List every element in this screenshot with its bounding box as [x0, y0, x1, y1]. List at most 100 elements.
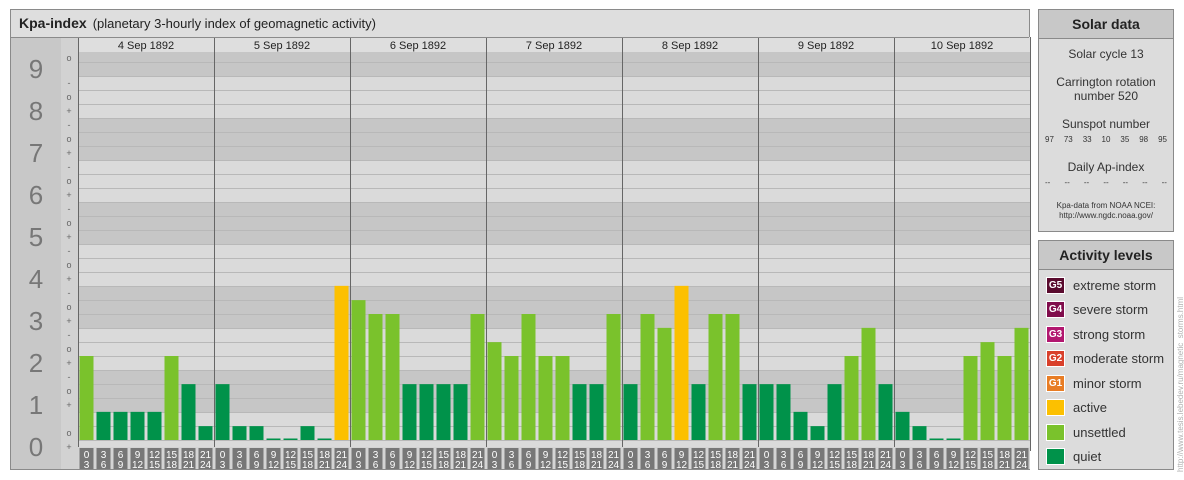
kp-bar — [198, 426, 213, 440]
sunspot-value: 35 — [1120, 135, 1130, 144]
kp-bar — [861, 327, 876, 440]
kp-bar — [368, 314, 383, 440]
kp-bar — [283, 438, 298, 440]
kp-bar — [963, 356, 978, 440]
hour-label-end: 15 — [149, 460, 161, 471]
y-tick-label: 2 — [29, 348, 43, 378]
ap-value: -- — [1045, 178, 1051, 187]
y-sub-label: + — [66, 316, 71, 326]
kp-bar — [521, 314, 536, 440]
kp-bar — [232, 426, 247, 440]
kp-bar — [215, 384, 230, 440]
kp-bar — [776, 384, 791, 440]
ap-value: -- — [1103, 178, 1109, 187]
y-sub-label: + — [66, 148, 71, 158]
ap-value: -- — [1083, 178, 1090, 187]
level-swatch: G2 — [1046, 350, 1065, 368]
hour-label-end: 9 — [526, 460, 532, 471]
y-sub-label: o — [66, 218, 71, 228]
hour-label-end: 15 — [693, 460, 705, 471]
y-sub-label: o — [66, 176, 71, 186]
level-label: minor storm — [1073, 375, 1142, 391]
hour-label-end: 12 — [268, 460, 280, 471]
kp-bar — [487, 342, 502, 440]
kp-bar — [266, 438, 281, 440]
y-sub-label: - — [68, 330, 71, 340]
kp-bar — [878, 384, 893, 440]
hour-label-end: 21 — [727, 460, 739, 471]
level-unsettled: unsettled — [1039, 420, 1173, 445]
kp-bar — [504, 356, 519, 440]
kp-bar — [691, 384, 706, 440]
sunspot-value: 95 — [1158, 135, 1167, 144]
kp-bar — [929, 438, 944, 440]
chart-title: Kpa-index — [19, 15, 87, 31]
level-g4: G4 severe storm — [1039, 298, 1173, 323]
kp-bar — [606, 314, 621, 440]
data-source-link[interactable]: http://www.ngdc.noaa.gov/ — [1039, 211, 1173, 221]
hour-label-end: 18 — [710, 460, 722, 471]
level-label: strong storm — [1073, 326, 1146, 342]
kp-bar — [742, 384, 757, 440]
kp-bar — [402, 384, 417, 440]
hour-label-end: 3 — [84, 460, 90, 471]
kp-bar — [538, 356, 553, 440]
level-band — [78, 286, 1030, 328]
data-source-note: Kpa-data from NOAA NCEI: http://www.ngdc… — [1039, 201, 1173, 221]
level-band — [78, 160, 1030, 202]
hour-label-end: 6 — [917, 460, 923, 471]
hour-label-end: 3 — [628, 460, 634, 471]
kp-bar — [436, 384, 451, 440]
y-sub-label: - — [68, 288, 71, 298]
day-label: 8 Sep 1892 — [662, 40, 718, 52]
kp-bar — [96, 411, 111, 440]
solar-cycle: Solar cycle 13 — [1068, 47, 1144, 61]
y-tick-label: 3 — [29, 306, 43, 336]
day-label: 6 Sep 1892 — [390, 40, 446, 52]
y-tick-label: 8 — [29, 96, 43, 126]
kp-bar — [997, 356, 1012, 440]
y-tick-label: 5 — [29, 222, 43, 252]
kp-bar — [980, 342, 995, 440]
y-sub-label: o — [66, 92, 71, 102]
hour-label-end: 12 — [132, 460, 144, 471]
kp-bar — [589, 384, 604, 440]
y-sub-label: + — [66, 106, 71, 116]
y-sub-label: - — [68, 204, 71, 214]
kp-bar — [810, 426, 825, 440]
day-label: 9 Sep 1892 — [798, 40, 854, 52]
kpa-chart: 4 Sep 1892 5 Sep 1892 6 Sep 1892 7 Sep 1892… — [11, 37, 1031, 471]
kp-bar — [827, 384, 842, 440]
day-label: 4 Sep 1892 — [118, 40, 174, 52]
y-tick-label: 6 — [29, 180, 43, 210]
kp-bar — [164, 356, 179, 440]
kp-bar — [912, 426, 927, 440]
hour-label-end: 24 — [880, 460, 892, 471]
hour-label-end: 21 — [319, 460, 331, 471]
y-tick-label: 1 — [29, 390, 43, 420]
y-sub-label: + — [66, 190, 71, 200]
hour-label-end: 3 — [900, 460, 906, 471]
hour-label-end: 15 — [965, 460, 977, 471]
kp-bar — [657, 327, 672, 440]
sunspot-value: 73 — [1063, 135, 1073, 144]
level-band — [78, 52, 1030, 76]
hour-label-end: 24 — [1016, 460, 1028, 471]
hour-label-end: 3 — [356, 460, 362, 471]
y-sub-label: + — [66, 400, 71, 410]
hour-label-end: 18 — [302, 460, 314, 471]
sunspot-value: 97 — [1045, 135, 1054, 144]
level-active: active — [1039, 396, 1173, 421]
level-swatch — [1046, 399, 1065, 417]
sunspot-value: 33 — [1082, 135, 1092, 144]
y-sub-label: + — [66, 442, 71, 452]
y-tick-label: 9 — [29, 54, 43, 84]
y-tick-label: 7 — [29, 138, 43, 168]
solar-data-panel: Solar data Solar cycle 13 Carrington rot… — [1038, 9, 1174, 232]
solar-data-title: Solar data — [1039, 10, 1173, 39]
kp-bar — [300, 426, 315, 440]
sunspot-values: 97 73 33 10 35 98 95 — [1039, 135, 1173, 144]
y-tick-label: 0 — [29, 432, 43, 462]
kp-bar — [946, 438, 961, 440]
kp-bar — [1014, 327, 1029, 440]
